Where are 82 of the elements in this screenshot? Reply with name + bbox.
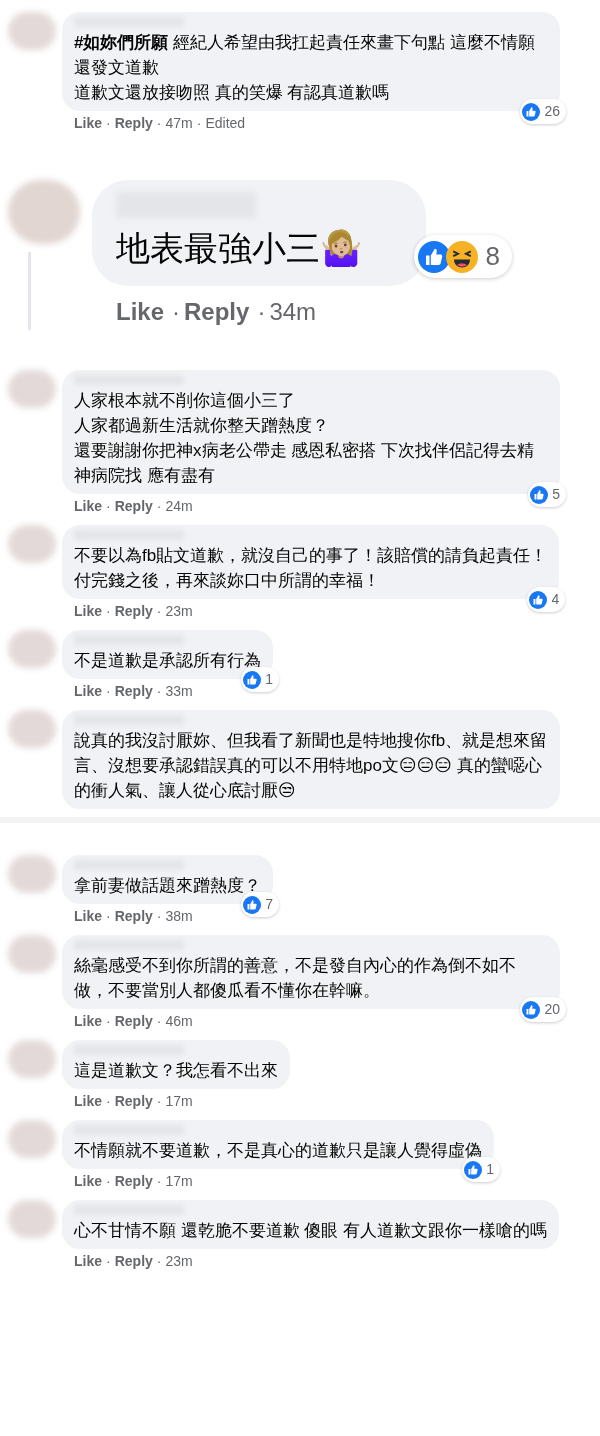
comment-action-link[interactable]: Reply xyxy=(114,602,153,620)
separator-dot: · xyxy=(156,497,162,515)
separator-dot: · xyxy=(106,1172,111,1190)
comment-meta-text: 17m xyxy=(165,1092,193,1110)
comment-text: 這是道歉文？我怎看不出來 xyxy=(74,1060,278,1082)
comment-text: #如妳們所願 經紀人希望由我扛起責任來畫下句點 這麼不情願還發文道歉 xyxy=(74,32,536,79)
comment-action-link[interactable]: Reply xyxy=(114,682,153,700)
reaction-count[interactable]: 4 xyxy=(527,587,566,612)
separator-dot: · xyxy=(156,1012,162,1030)
comment-meta-text: 33m xyxy=(165,682,193,700)
separator-dot: · xyxy=(156,1092,162,1110)
separator-dot: · xyxy=(106,602,111,620)
avatar-placeholder xyxy=(8,1200,56,1238)
comment-text: 絲毫感受不到你所謂的善意，不是發自內心的作為倒不如不做，不要當別人都傻瓜看不懂你在幹嘛。 xyxy=(74,955,517,1002)
comment-action-link[interactable]: Reply xyxy=(114,1172,153,1190)
comment-meta-text: 47m xyxy=(165,114,193,132)
avatar-placeholder xyxy=(8,1040,56,1078)
comment-text: 說真的我沒討厭妳、但我看了新聞也是特地搜你fb、就是想來留言、沒想要承認錯誤真的可以不用特地po文😑😑😑 真的蠻噁心的衝人氣、讓人從心底討厭😒 xyxy=(74,730,548,802)
comment-meta-text: Edited xyxy=(205,114,246,132)
separator-dot: · xyxy=(156,1172,162,1190)
comment-action-link[interactable]: Like xyxy=(74,114,102,132)
separator-dot: · xyxy=(106,1252,111,1270)
comment-action-link[interactable]: Like xyxy=(74,602,102,620)
comment-action-link[interactable]: Reply xyxy=(114,497,153,515)
comment-action-link[interactable]: Reply xyxy=(114,114,153,132)
comment-action-link[interactable]: Like xyxy=(74,1092,102,1110)
separator-dot: · xyxy=(106,1012,111,1030)
avatar-placeholder xyxy=(8,370,56,408)
avatar-placeholder xyxy=(8,855,56,893)
reaction-count[interactable]: 20 xyxy=(520,997,566,1022)
comment-action-link[interactable]: Like xyxy=(74,1252,102,1270)
avatar-placeholder xyxy=(8,710,56,748)
comment-action-link[interactable]: Reply xyxy=(114,1252,153,1270)
separator-dot: · xyxy=(156,1252,162,1270)
comment-meta-text: 24m xyxy=(165,497,193,515)
avatar-placeholder xyxy=(8,525,56,563)
avatar-placeholder xyxy=(8,12,56,50)
avatar-placeholder xyxy=(8,630,56,668)
reaction-count[interactable]: 5 xyxy=(528,482,566,507)
comment-text: 付完錢之後，再來談妳口中所謂的幸福！ xyxy=(74,570,381,592)
comment-text: 道歉文還放接吻照 真的笑爆 有認真道歉嗎 xyxy=(74,82,391,104)
comment-meta-text: 23m xyxy=(165,1252,193,1270)
comment-text: 地表最強小三🤷🏼‍♀ xyxy=(116,228,363,269)
reaction-count[interactable]: 1 xyxy=(241,667,279,692)
comment-action-link[interactable]: Reply xyxy=(184,294,250,330)
comment-text: 心不甘情不願 還乾脆不要道歉 傻眼 有人道歉文跟你一樣嗆的嗎 xyxy=(74,1220,548,1242)
comment-action-link[interactable]: Like xyxy=(116,294,165,330)
reaction-count[interactable]: 8 xyxy=(413,235,512,278)
separator-dot: · xyxy=(106,907,111,925)
comment-meta-text: 17m xyxy=(165,1172,193,1190)
reaction-count[interactable]: 26 xyxy=(520,99,566,124)
separator-dot: · xyxy=(156,114,162,132)
comment-action-link[interactable]: Like xyxy=(74,497,102,515)
comment-text: 人家根本就不削你這個小三了 xyxy=(74,390,296,412)
comment-meta-text: 23m xyxy=(165,602,193,620)
separator-dot: · xyxy=(106,682,111,700)
comment-meta-text: 46m xyxy=(165,1012,193,1030)
comment-action-link[interactable]: Reply xyxy=(114,1092,153,1110)
separator-dot: · xyxy=(106,1092,111,1110)
comment-meta-text: 38m xyxy=(165,907,193,925)
reaction-count[interactable]: 1 xyxy=(462,1157,500,1182)
avatar-placeholder xyxy=(8,1120,56,1158)
comment-action-link[interactable]: Like xyxy=(74,907,102,925)
comment-action-link[interactable]: Like xyxy=(74,1172,102,1190)
comment-action-link[interactable]: Like xyxy=(74,1012,102,1030)
avatar-placeholder xyxy=(8,180,80,244)
separator-dot: · xyxy=(106,114,111,132)
comment-action-link[interactable]: Reply xyxy=(114,907,153,925)
avatar-placeholder xyxy=(8,935,56,973)
comment-meta-text: 34m xyxy=(269,297,317,327)
separator-dot: · xyxy=(196,114,202,132)
separator-dot: · xyxy=(172,297,181,327)
separator-dot: · xyxy=(257,297,266,327)
separator-dot: · xyxy=(156,907,162,925)
separator-dot: · xyxy=(156,602,162,620)
comment-action-link[interactable]: Like xyxy=(74,682,102,700)
comment-action-link[interactable]: Reply xyxy=(114,1012,153,1030)
separator-dot: · xyxy=(106,497,111,515)
comment-text: 人家都過新生活就你整天蹭熱度？ xyxy=(74,415,330,437)
reaction-count[interactable]: 7 xyxy=(241,892,279,917)
separator-dot: · xyxy=(156,682,162,700)
comment-text: 不要以為fb貼文道歉，就沒自己的事了！該賠償的請負起責任！ xyxy=(74,545,548,567)
